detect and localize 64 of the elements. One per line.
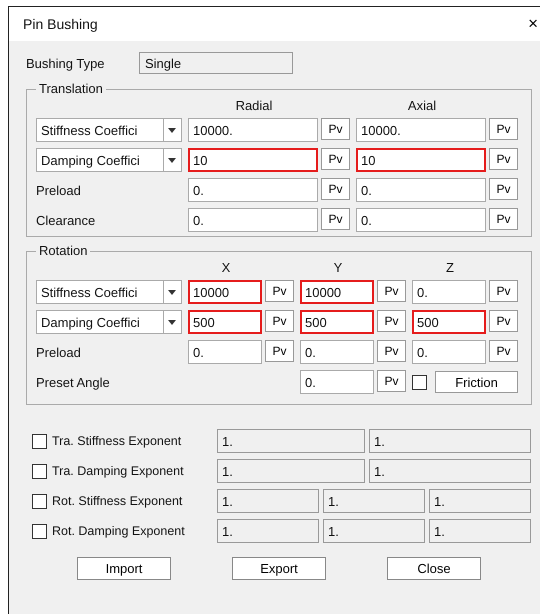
pv-button[interactable]: Pv bbox=[377, 340, 406, 362]
pv-button[interactable]: Pv bbox=[321, 148, 350, 170]
pv-button[interactable]: Pv bbox=[489, 340, 518, 362]
dialog-button[interactable]: Import bbox=[77, 557, 171, 580]
dialog-button[interactable]: Close bbox=[387, 557, 481, 580]
column-header: Z bbox=[445, 260, 455, 274]
row-label: Preload bbox=[36, 182, 82, 198]
row-label: Preset Angle bbox=[36, 374, 111, 390]
pv-button[interactable]: Pv bbox=[377, 310, 406, 332]
close-button[interactable]: × bbox=[522, 14, 540, 34]
value-field[interactable]: 0. bbox=[412, 280, 486, 304]
window-title: Pin Bushing bbox=[23, 16, 98, 32]
pv-button[interactable]: Pv bbox=[265, 280, 294, 302]
column-header: Radial bbox=[234, 98, 274, 112]
value-field[interactable]: 500 bbox=[412, 310, 486, 334]
pv-button[interactable]: Pv bbox=[489, 280, 518, 302]
exponent-label: Rot. Stiffness Exponent bbox=[52, 494, 184, 508]
pv-button[interactable]: Pv bbox=[377, 370, 406, 392]
value-field[interactable]: 500 bbox=[188, 310, 262, 334]
pv-button[interactable]: Pv bbox=[321, 118, 350, 140]
group-title: Translation bbox=[36, 81, 106, 96]
value-field[interactable]: 0. bbox=[188, 178, 318, 202]
value-field[interactable]: 0. bbox=[300, 340, 374, 364]
pv-button[interactable]: Pv bbox=[489, 208, 518, 230]
exponent-label: Rot. Damping Exponent bbox=[52, 524, 186, 538]
value-field[interactable]: 0. bbox=[356, 178, 486, 202]
pv-button[interactable]: Pv bbox=[377, 280, 406, 302]
exponent-label: Tra. Stiffness Exponent bbox=[52, 434, 182, 448]
value-field[interactable]: 0. bbox=[356, 208, 486, 232]
pv-button[interactable]: Pv bbox=[265, 310, 294, 332]
value-field[interactable]: 10000. bbox=[356, 118, 486, 142]
pv-button[interactable]: Pv bbox=[321, 178, 350, 200]
pv-button[interactable]: Pv bbox=[489, 148, 518, 170]
coefficient-dropdown[interactable]: Damping Coeffici bbox=[36, 310, 182, 334]
value-field[interactable]: 10000. bbox=[188, 118, 318, 142]
exponent-label: Tra. Damping Exponent bbox=[52, 464, 185, 478]
value-field[interactable]: 0. bbox=[300, 370, 374, 394]
pv-button[interactable]: Pv bbox=[489, 310, 518, 332]
value-field[interactable]: 10000 bbox=[300, 280, 374, 304]
bushing-type-label: Bushing Type bbox=[26, 56, 106, 70]
pv-button[interactable]: Pv bbox=[489, 118, 518, 140]
value-field[interactable]: 10 bbox=[356, 148, 486, 172]
coefficient-dropdown[interactable]: Stiffness Coeffici bbox=[36, 280, 182, 304]
coefficient-dropdown[interactable]: Stiffness Coeffici bbox=[36, 118, 182, 142]
value-field[interactable]: 0. bbox=[412, 340, 486, 364]
bushing-type-field[interactable]: Single bbox=[139, 52, 293, 74]
dialog-button[interactable]: Export bbox=[232, 557, 326, 580]
checkbox[interactable] bbox=[412, 374, 427, 390]
row-label: Clearance bbox=[36, 212, 96, 228]
value-field[interactable]: 10000 bbox=[188, 280, 262, 304]
column-header: Axial bbox=[406, 98, 438, 112]
column-header: X bbox=[220, 260, 232, 274]
coefficient-dropdown[interactable]: Damping Coeffici bbox=[36, 148, 182, 172]
group-title: Rotation bbox=[36, 243, 90, 258]
pv-button[interactable]: Pv bbox=[489, 178, 518, 200]
friction-button[interactable]: Friction bbox=[435, 371, 518, 393]
pv-button[interactable]: Pv bbox=[321, 208, 350, 230]
value-field[interactable]: 0. bbox=[188, 340, 262, 364]
row-label: Preload bbox=[36, 344, 82, 360]
column-header: Y bbox=[332, 260, 344, 274]
pv-button[interactable]: Pv bbox=[265, 340, 294, 362]
value-field[interactable]: 0. bbox=[188, 208, 318, 232]
value-field[interactable]: 10 bbox=[188, 148, 318, 172]
value-field[interactable]: 500 bbox=[300, 310, 374, 334]
